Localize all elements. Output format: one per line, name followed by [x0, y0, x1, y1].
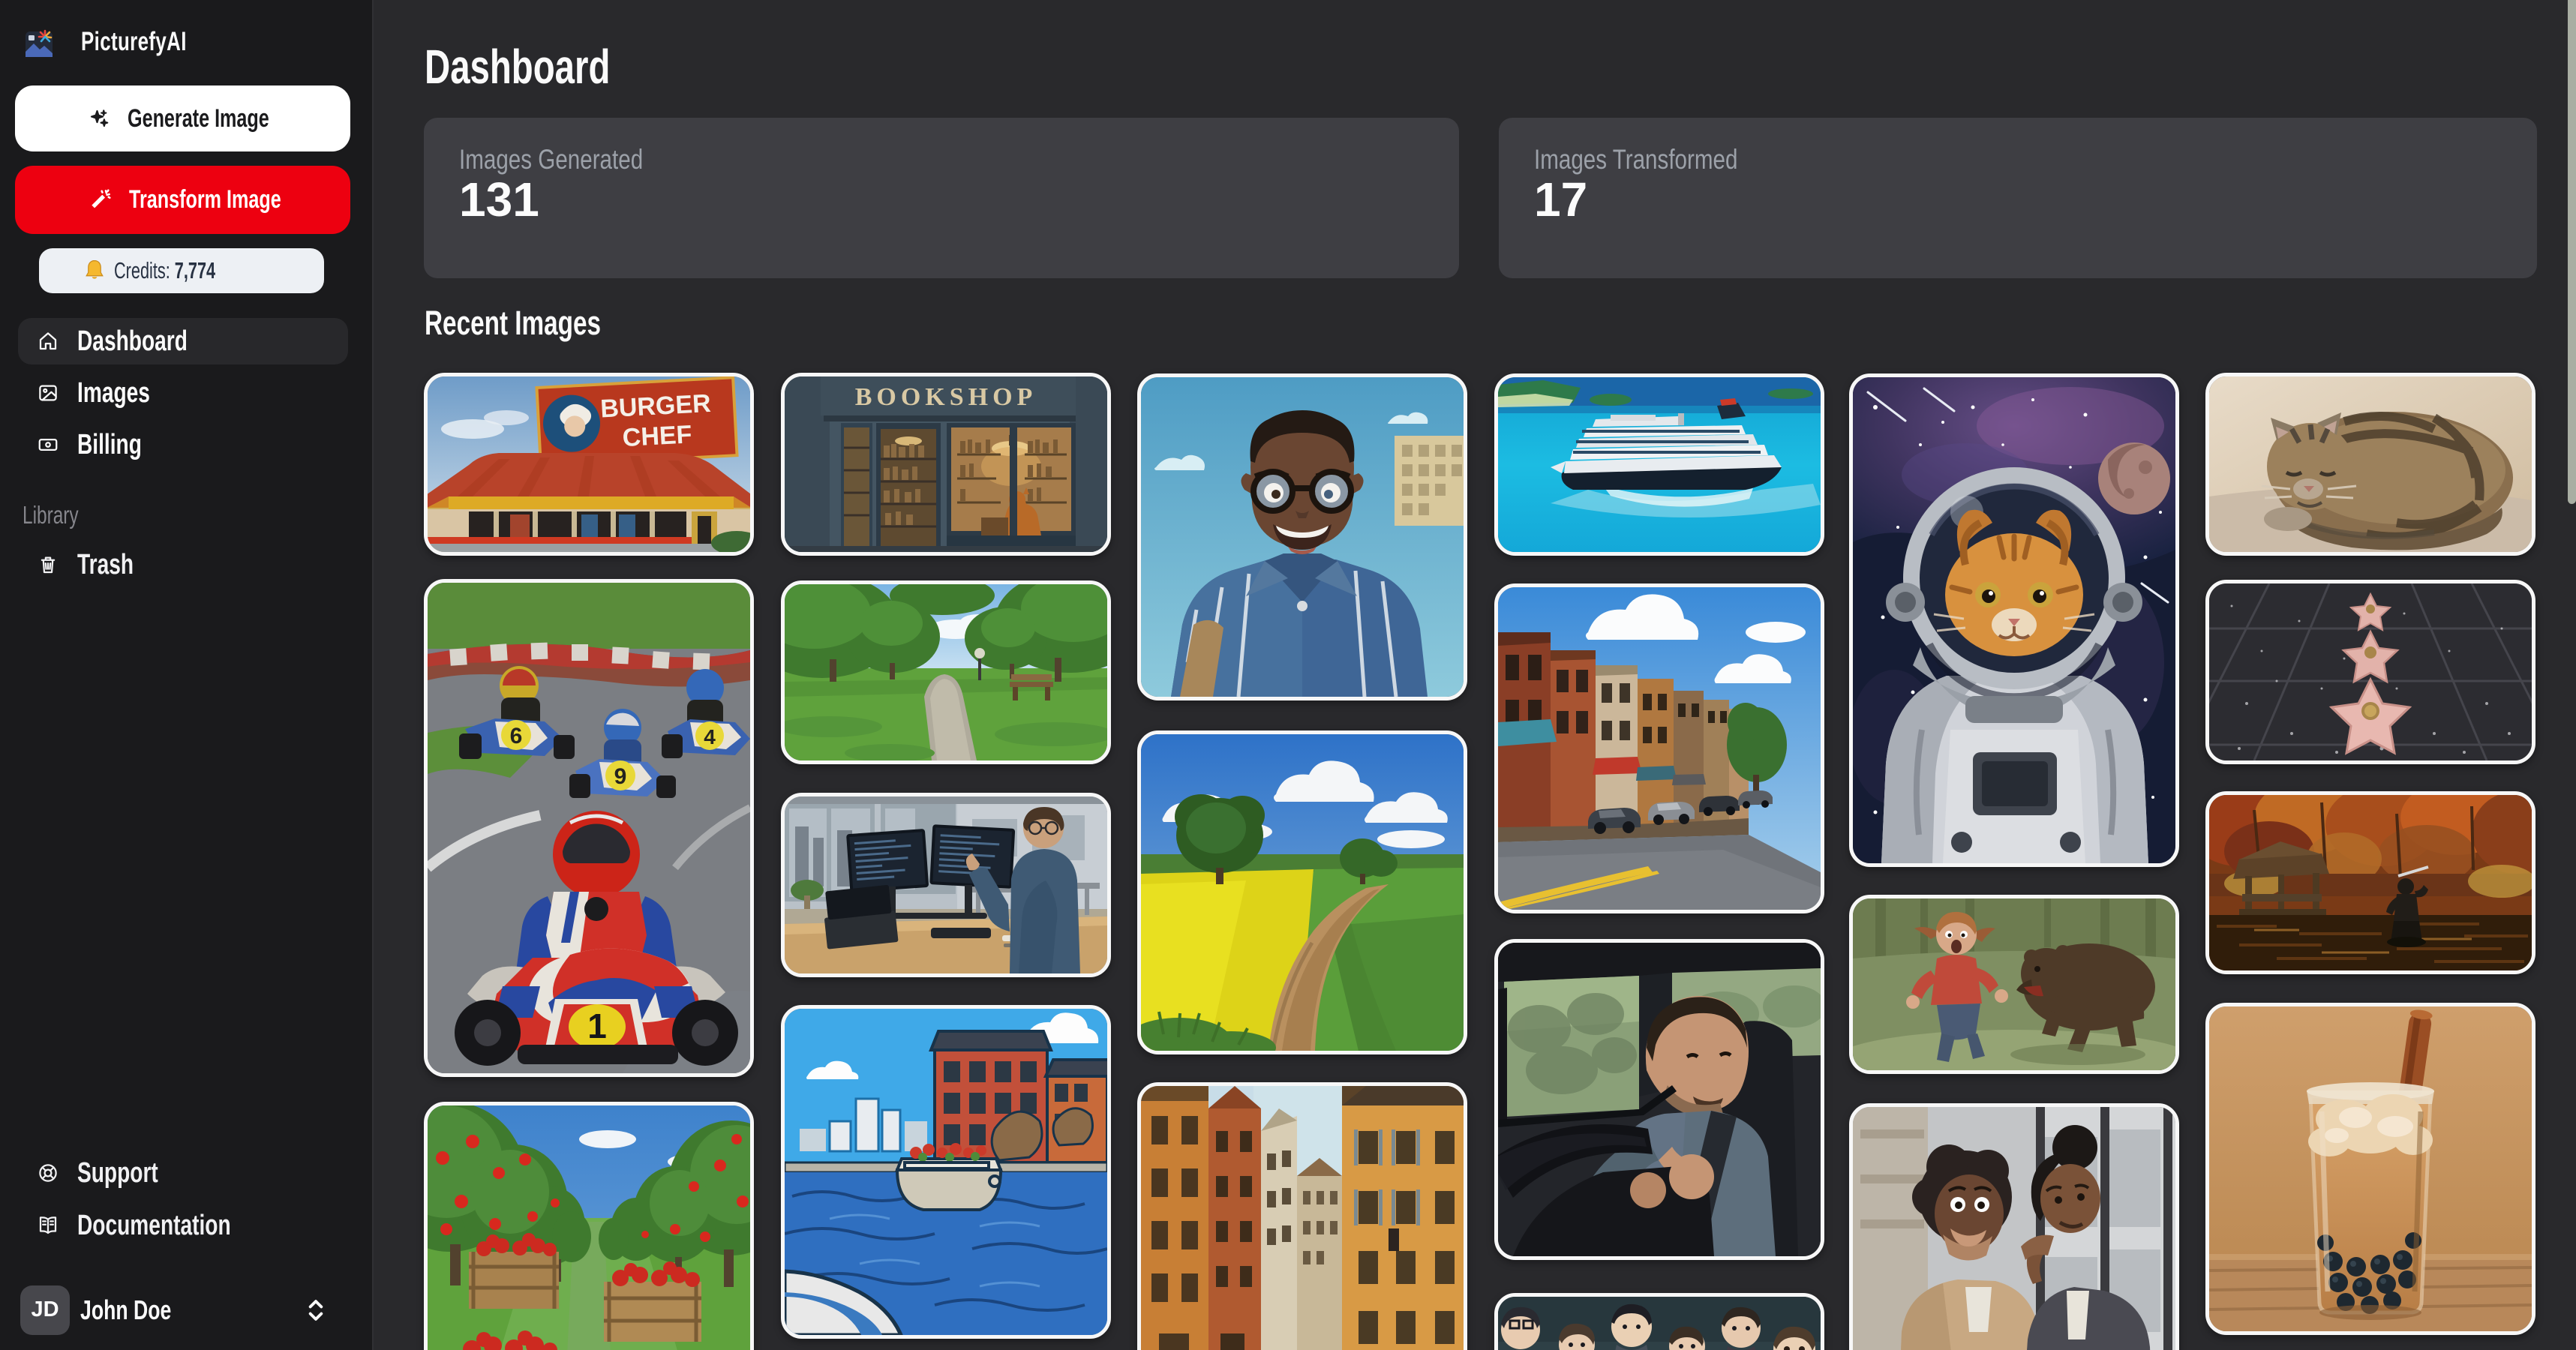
svg-text:1: 1	[587, 1006, 607, 1046]
svg-text:CHEF: CHEF	[622, 420, 692, 452]
svg-text:4: 4	[704, 725, 716, 748]
svg-text:6: 6	[510, 724, 523, 748]
svg-text:BURGER: BURGER	[599, 389, 711, 424]
svg-text:BOOKSHOP: BOOKSHOP	[855, 383, 1037, 411]
svg-text:9: 9	[614, 764, 627, 789]
